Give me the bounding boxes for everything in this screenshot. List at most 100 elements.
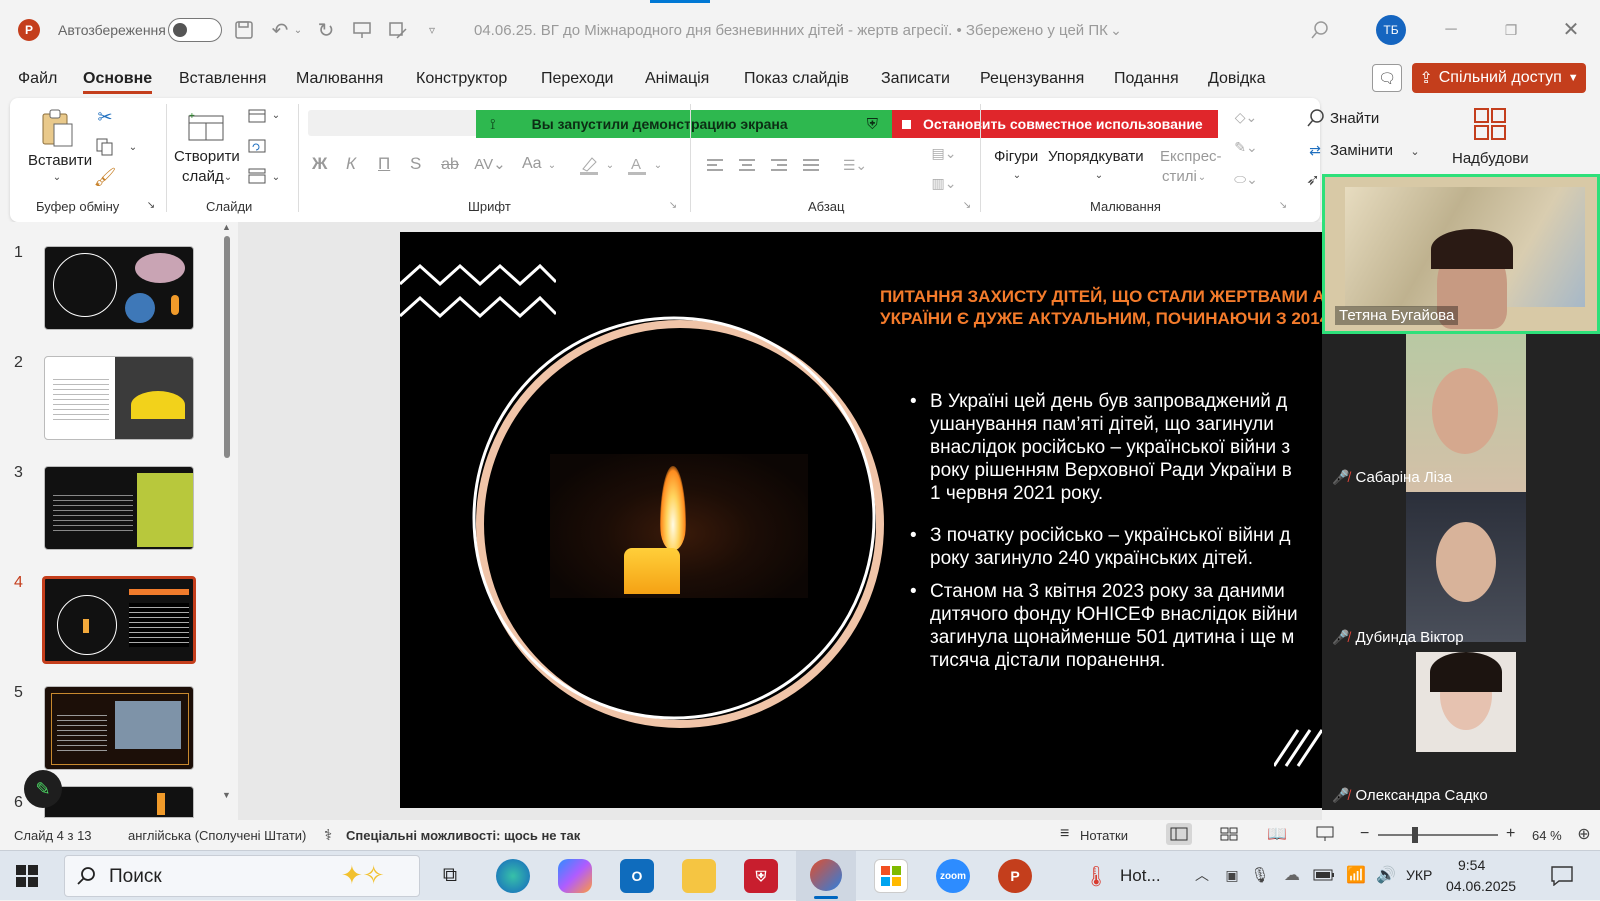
current-slide[interactable]: ПИТАННЯ ЗАХИСТУ ДІТЕЙ, ЩО СТАЛИ ЖЕРТВАМИ… (400, 232, 1322, 808)
undo-icon[interactable]: ↶ (268, 18, 292, 42)
wifi-icon[interactable]: 📶 (1344, 865, 1368, 885)
tab-insert[interactable]: Вставлення (179, 70, 266, 88)
weather-icon[interactable]: 🌡 (1083, 863, 1108, 889)
section-icon[interactable] (246, 166, 268, 186)
powerpoint-taskbar-icon[interactable]: P (998, 859, 1032, 893)
undo-dropdown-icon[interactable]: ⌄ (292, 20, 304, 40)
tab-animations[interactable]: Анімація (645, 70, 709, 88)
thumbnail-scrollbar[interactable]: ▲ ▼ (222, 222, 232, 800)
text-direction-icon[interactable]: ▤⌄ (924, 142, 964, 164)
slideshow-view-icon[interactable] (1312, 823, 1338, 845)
language-indicator[interactable]: англійська (Сполучені Штати) (128, 828, 306, 843)
notes-icon[interactable]: ≡ (1060, 825, 1069, 843)
clipboard-launcher-icon[interactable]: ↘ (144, 198, 158, 212)
replace-dropdown-icon[interactable]: ⌄ (1408, 142, 1422, 160)
zoom-slider[interactable] (1378, 827, 1498, 843)
addins-label[interactable]: Надбудови (1452, 150, 1529, 167)
align-text-icon[interactable]: ▥⌄ (924, 172, 964, 194)
font-color-dropdown-icon[interactable]: ⌄ (652, 156, 664, 174)
user-avatar[interactable]: ТБ (1376, 15, 1406, 45)
tab-record[interactable]: Записати (881, 70, 950, 88)
addins-icon[interactable] (1472, 106, 1508, 142)
search-icon[interactable] (1308, 18, 1332, 42)
find-label[interactable]: Знайти (1330, 110, 1379, 127)
tab-file[interactable]: Файл (18, 70, 57, 88)
quick-styles-line2[interactable]: стилі (1162, 168, 1197, 185)
find-icon[interactable] (1306, 108, 1326, 128)
zoom-in-icon[interactable]: + (1506, 825, 1515, 843)
font-color-icon[interactable]: A (624, 152, 650, 178)
tab-help[interactable]: Довідка (1208, 70, 1266, 88)
stop-sharing-button[interactable]: Остановить совместное использование (892, 110, 1218, 138)
copilot-icon[interactable] (558, 859, 592, 893)
notifications-icon[interactable] (1548, 863, 1576, 889)
paste-dropdown-icon[interactable]: ⌄ (50, 170, 64, 184)
file-explorer-icon[interactable] (682, 859, 716, 893)
tab-view[interactable]: Подання (1114, 70, 1179, 88)
task-view-icon[interactable]: ⧉ (436, 861, 464, 889)
notes-button[interactable]: Нотатки (1080, 828, 1128, 843)
comments-icon[interactable]: 🗨 (1372, 64, 1402, 92)
quick-styles-line1[interactable]: Експрес- (1160, 148, 1222, 165)
title-dropdown-icon[interactable]: ⌄ (1108, 20, 1124, 40)
accessibility-icon[interactable]: ⚕ (324, 826, 332, 844)
zoom-level[interactable]: 64 % (1532, 828, 1562, 843)
format-painter-icon[interactable]: 🖌 (94, 166, 117, 188)
participant-tile-2[interactable]: 🎤̸ Сабаріна Ліза (1322, 334, 1600, 492)
restore-icon[interactable]: ❐ (1496, 18, 1526, 42)
tab-draw[interactable]: Малювання (296, 70, 383, 88)
taskbar-search[interactable]: Поиск ✦✧ (64, 855, 420, 897)
columns-icon[interactable]: ☰⌄ (838, 154, 872, 176)
new-slide-dropdown-icon[interactable]: ⌄ (222, 170, 234, 184)
input-language[interactable]: УКР (1406, 867, 1432, 883)
reading-view-icon[interactable]: 📖 (1264, 823, 1290, 845)
microphone-icon[interactable]: 🎙 (1250, 865, 1270, 885)
participant-tile-4[interactable]: 🎤̸ Олександра Садко (1322, 652, 1600, 810)
align-center-icon[interactable] (736, 154, 758, 176)
strikethrough-icon[interactable]: ab (438, 154, 462, 176)
character-spacing-icon[interactable]: AV⌄ (470, 152, 510, 176)
replace-icon[interactable]: ⇄ (1304, 140, 1326, 160)
slide-thumbnail-5[interactable] (44, 686, 194, 770)
outlook-icon[interactable]: O (620, 859, 654, 893)
scroll-up-icon[interactable]: ▲ (222, 222, 231, 232)
clock-time[interactable]: 9:54 (1458, 857, 1485, 873)
paragraph-launcher-icon[interactable]: ↘ (960, 198, 974, 212)
highlight-dropdown-icon[interactable]: ⌄ (604, 156, 616, 174)
customize-qat-icon[interactable]: ▿ (424, 20, 440, 40)
select-cursor-icon[interactable]: ➶ (1304, 170, 1322, 190)
tab-review[interactable]: Рецензування (980, 70, 1084, 88)
show-hidden-icons[interactable]: ︿ (1192, 865, 1212, 885)
shapes-button[interactable]: Фігури (994, 148, 1038, 165)
volume-icon[interactable]: 🔊 (1374, 865, 1398, 885)
new-slide-label-line1[interactable]: Створити (174, 148, 240, 165)
present-icon[interactable] (350, 18, 374, 42)
clock-date[interactable]: 04.06.2025 (1446, 878, 1516, 894)
slide-thumbnail-4[interactable] (42, 576, 196, 664)
layout-dropdown-icon[interactable]: ⌄ (270, 108, 282, 122)
slide-thumbnail-6[interactable] (44, 786, 194, 818)
reset-slide-icon[interactable] (246, 136, 268, 156)
italic-button[interactable]: К (346, 154, 356, 174)
normal-view-icon[interactable] (1166, 823, 1192, 845)
align-right-icon[interactable] (768, 154, 790, 176)
redo-icon[interactable]: ↻ (314, 18, 338, 42)
pin-icon[interactable]: ⟟ (490, 116, 496, 133)
accessibility-status[interactable]: Спеціальні можливості: щось не так (346, 828, 580, 843)
scroll-thumb[interactable] (224, 236, 230, 458)
slide-thumbnail-2[interactable] (44, 356, 194, 440)
paste-label[interactable]: Вставити (28, 152, 92, 169)
copy-dropdown-icon[interactable]: ⌄ (126, 140, 140, 154)
align-left-icon[interactable] (704, 154, 726, 176)
paste-icon[interactable] (38, 106, 78, 150)
battery-icon[interactable] (1312, 865, 1336, 885)
slide-thumbnail-3[interactable] (44, 466, 194, 550)
tab-home[interactable]: Основне (83, 70, 153, 94)
arrange-button[interactable]: Упорядкувати (1048, 148, 1144, 165)
slide-sorter-icon[interactable] (1216, 823, 1242, 845)
microsoft-store-icon[interactable] (874, 859, 908, 893)
shape-outline-icon[interactable]: ✎⌄ (1226, 136, 1266, 158)
highlight-icon[interactable] (576, 152, 602, 178)
section-dropdown-icon[interactable]: ⌄ (270, 170, 282, 184)
shapes-dropdown-icon[interactable]: ⌄ (1010, 168, 1024, 182)
